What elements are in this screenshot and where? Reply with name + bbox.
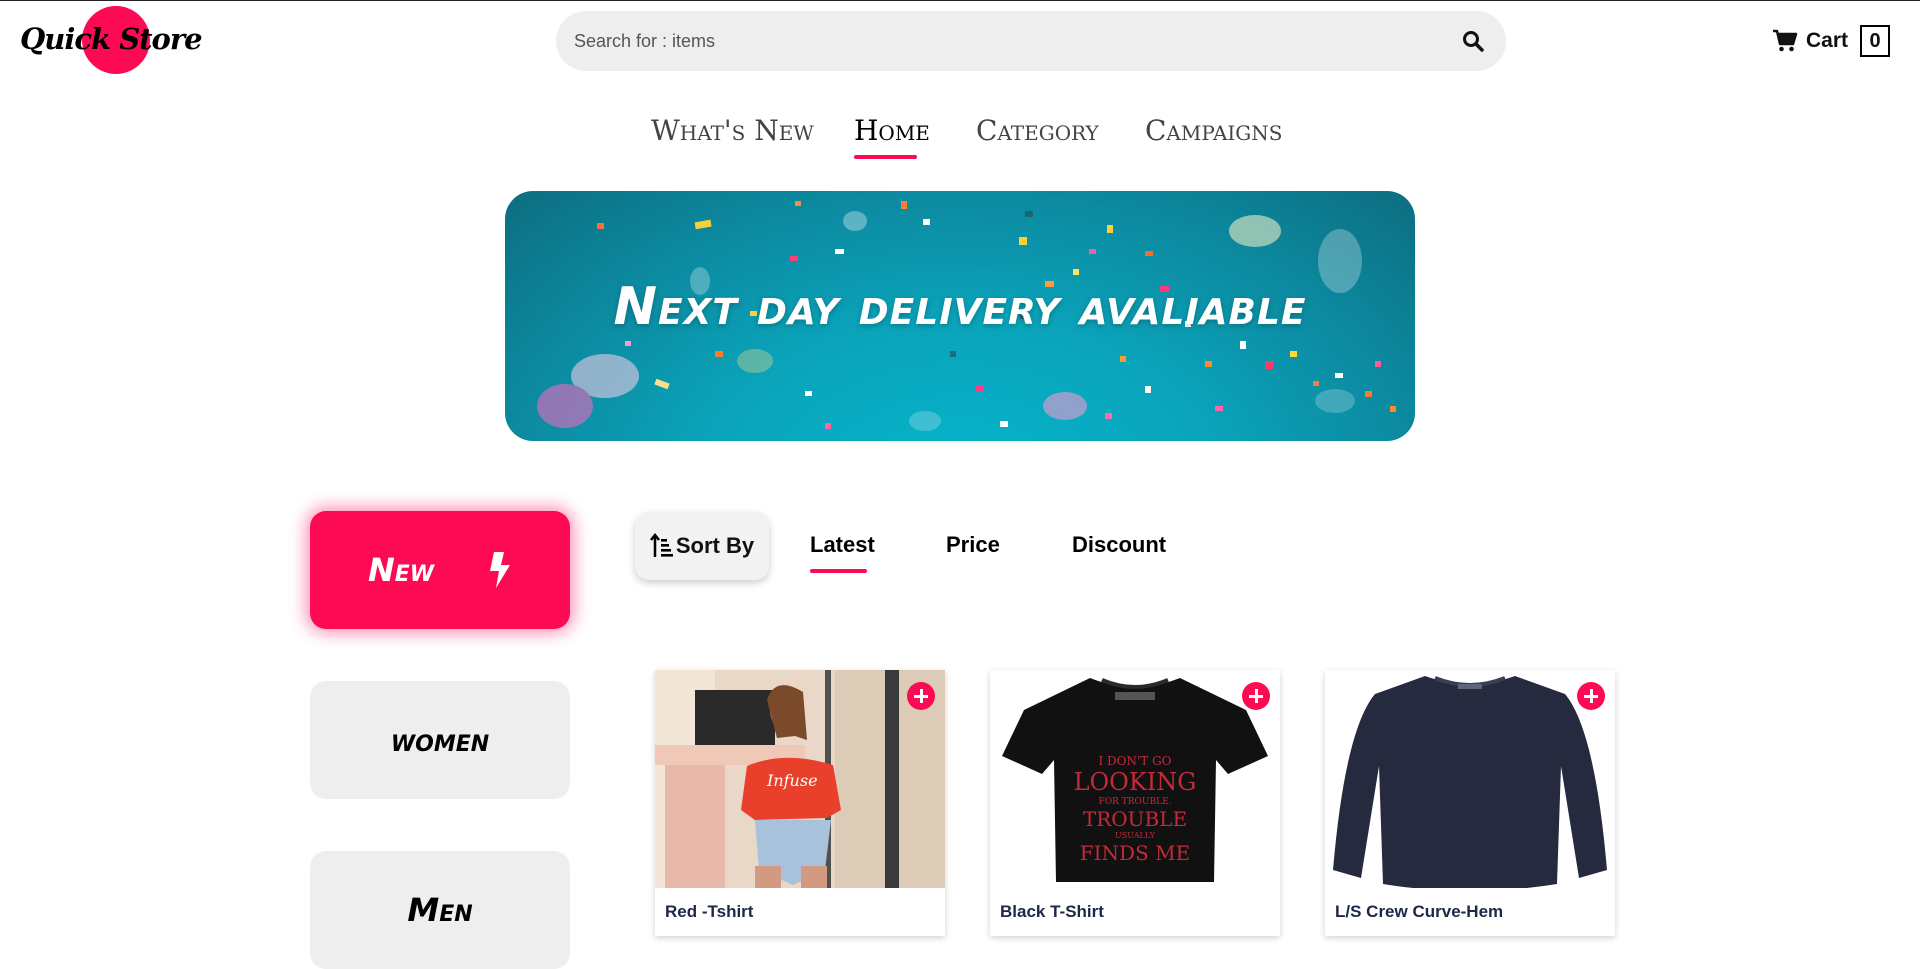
- product-card[interactable]: I DON'T GO LOOKING FOR TROUBLE. TROUBLE …: [990, 670, 1280, 936]
- main-nav: What's New Home Category Campaigns: [0, 114, 1920, 164]
- product-card[interactable]: Infuse Red -Tshirt: [655, 670, 945, 936]
- nav-item-category[interactable]: Category: [976, 114, 1099, 147]
- category-men-label: Men: [407, 891, 473, 929]
- red-tshirt-photo: Infuse: [655, 670, 945, 888]
- product-name[interactable]: Black T-Shirt: [1000, 902, 1104, 922]
- promo-banner[interactable]: Next day delivery avaliable: [505, 191, 1415, 441]
- banner-headline: Next day delivery avaliable: [613, 277, 1307, 337]
- category-new-button[interactable]: New: [310, 511, 570, 629]
- shopping-cart-icon: [1773, 29, 1798, 52]
- sort-ascending-icon: [649, 533, 673, 557]
- add-to-cart-button[interactable]: [907, 682, 935, 710]
- product-name[interactable]: Red -Tshirt: [665, 902, 753, 922]
- cart-button[interactable]: Cart 0: [1772, 24, 1891, 58]
- sort-active-underline: [810, 569, 867, 573]
- add-to-cart-button[interactable]: [1577, 682, 1605, 710]
- logo[interactable]: Quick Store: [20, 6, 203, 74]
- nav-item-home[interactable]: Home: [854, 114, 930, 147]
- svg-text:USUALLY: USUALLY: [1115, 831, 1156, 840]
- sort-tab-price[interactable]: Price: [946, 532, 1000, 558]
- add-to-cart-button[interactable]: [1242, 682, 1270, 710]
- sort-by-button[interactable]: Sort By: [635, 512, 769, 580]
- category-men-button[interactable]: Men: [310, 851, 570, 969]
- search-bar[interactable]: [556, 11, 1506, 71]
- search-icon[interactable]: [1462, 30, 1484, 52]
- sort-by-label: Sort By: [675, 533, 755, 558]
- cart-label: Cart: [1806, 29, 1849, 52]
- logo-text: Quick Store: [20, 22, 203, 56]
- nav-item-whats-new[interactable]: What's New: [651, 114, 814, 147]
- lightning-icon: [490, 552, 511, 588]
- svg-text:FOR TROUBLE.: FOR TROUBLE.: [1098, 797, 1171, 807]
- svg-text:Infuse: Infuse: [766, 771, 818, 790]
- product-image[interactable]: Infuse: [655, 670, 945, 888]
- product-name[interactable]: L/S Crew Curve-Hem: [1335, 902, 1503, 922]
- long-sleeve-shirt-photo: [1325, 670, 1615, 888]
- black-tshirt-photo: I DON'T GO LOOKING FOR TROUBLE. TROUBLE …: [990, 670, 1280, 888]
- nav-active-underline: [854, 155, 917, 159]
- category-women-button[interactable]: women: [310, 681, 570, 799]
- category-women-label: women: [390, 721, 490, 759]
- top-border: [0, 0, 1920, 1]
- product-image[interactable]: [1325, 670, 1615, 888]
- category-new-label: New: [367, 551, 435, 589]
- sort-tab-latest[interactable]: Latest: [810, 532, 875, 558]
- svg-text:I DON'T GO: I DON'T GO: [1098, 754, 1171, 768]
- cart-count-badge: 0: [1860, 25, 1891, 57]
- nav-item-campaigns[interactable]: Campaigns: [1145, 114, 1283, 147]
- product-image[interactable]: I DON'T GO LOOKING FOR TROUBLE. TROUBLE …: [990, 670, 1280, 888]
- search-input[interactable]: [574, 11, 1434, 71]
- svg-text:TROUBLE: TROUBLE: [1083, 807, 1187, 831]
- sort-tab-discount[interactable]: Discount: [1072, 532, 1166, 558]
- svg-text:FINDS ME: FINDS ME: [1080, 841, 1190, 865]
- product-card[interactable]: L/S Crew Curve-Hem: [1325, 670, 1615, 936]
- svg-text:LOOKING: LOOKING: [1074, 768, 1197, 796]
